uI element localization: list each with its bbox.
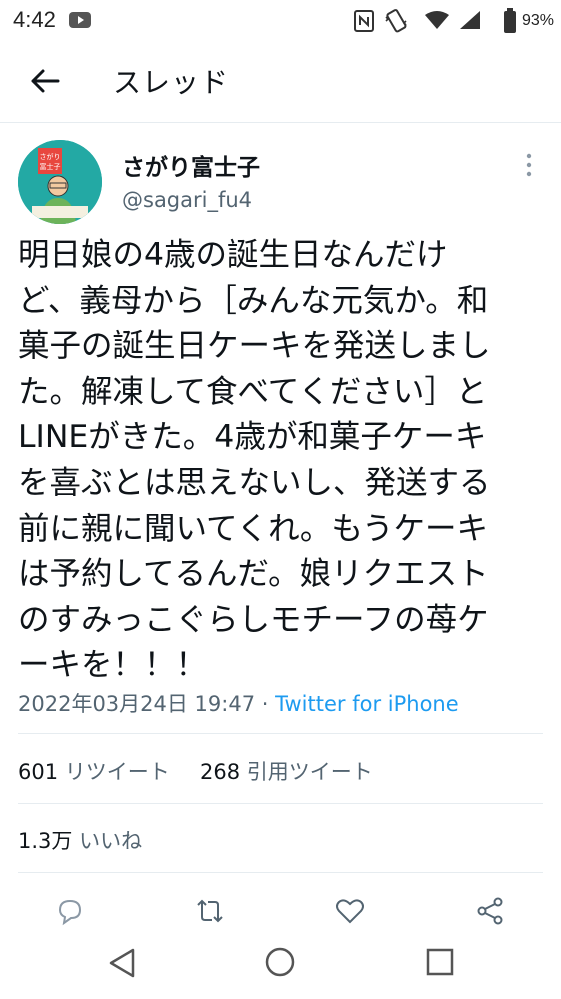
app-bar: スレッド: [0, 42, 561, 123]
back-arrow-icon[interactable]: [28, 64, 62, 98]
page-title: スレッド: [113, 66, 230, 99]
likes-stat[interactable]: 1.3万 いいね: [18, 825, 142, 855]
quotes-count: 268: [200, 760, 241, 784]
tweet-source-link[interactable]: Twitter for iPhone: [275, 692, 459, 716]
avatar-sign-text-2: 富士子: [40, 162, 61, 171]
meta-separator: ·: [261, 692, 269, 716]
divider: [18, 733, 543, 734]
divider: [18, 803, 543, 804]
retweets-count: 601: [18, 760, 59, 784]
retweets-stat[interactable]: 601 リツイート: [18, 756, 170, 786]
nfc-icon: [352, 9, 376, 37]
vibrate-icon: [383, 8, 409, 38]
likes-label: いいね: [79, 829, 143, 853]
status-bar: 4:42 93%: [0, 0, 561, 42]
avatar-image: さがり 富士子: [18, 140, 102, 224]
nav-home-icon[interactable]: [263, 945, 297, 983]
author-name[interactable]: さがり富士子: [122, 148, 260, 182]
share-icon[interactable]: [472, 893, 508, 929]
avatar[interactable]: さがり 富士子: [18, 140, 102, 224]
retweet-icon[interactable]: [192, 893, 228, 929]
tweet-text: 明日娘の4歳の誕生日なんだけ ど、義母から［みんな元気か。和 菓子の誕生日ケーキ…: [18, 237, 491, 684]
wifi-icon: [424, 10, 450, 34]
author-handle[interactable]: @sagari_fu4: [122, 188, 252, 212]
quotes-stat[interactable]: 268 引用ツイート: [200, 756, 373, 786]
likes-count: 1.3万: [18, 829, 73, 853]
quotes-label: 引用ツイート: [246, 760, 373, 784]
signal-icon: [459, 10, 481, 34]
more-options-icon[interactable]: [520, 150, 538, 180]
stats-row-likes: 1.3万 いいね: [18, 825, 543, 855]
battery-icon: [503, 8, 517, 38]
tweet-timestamp[interactable]: 2022年03月24日 19:47: [18, 692, 255, 716]
stats-row-retweets: 601 リツイート 268 引用ツイート: [18, 756, 543, 786]
reply-icon[interactable]: [52, 893, 88, 929]
system-navigation-bar: [0, 935, 561, 999]
avatar-sign-text-1: さがり: [40, 152, 61, 161]
battery-percentage: 93%: [522, 12, 555, 29]
like-icon[interactable]: [332, 893, 368, 929]
divider: [18, 872, 543, 873]
nav-recents-icon[interactable]: [425, 947, 455, 981]
youtube-notification-icon: [68, 10, 92, 34]
nav-back-icon[interactable]: [106, 947, 138, 983]
status-time: 4:42: [13, 7, 56, 32]
retweets-label: リツイート: [64, 760, 170, 784]
tweet-meta: 2022年03月24日 19:47 · Twitter for iPhone: [18, 688, 459, 718]
